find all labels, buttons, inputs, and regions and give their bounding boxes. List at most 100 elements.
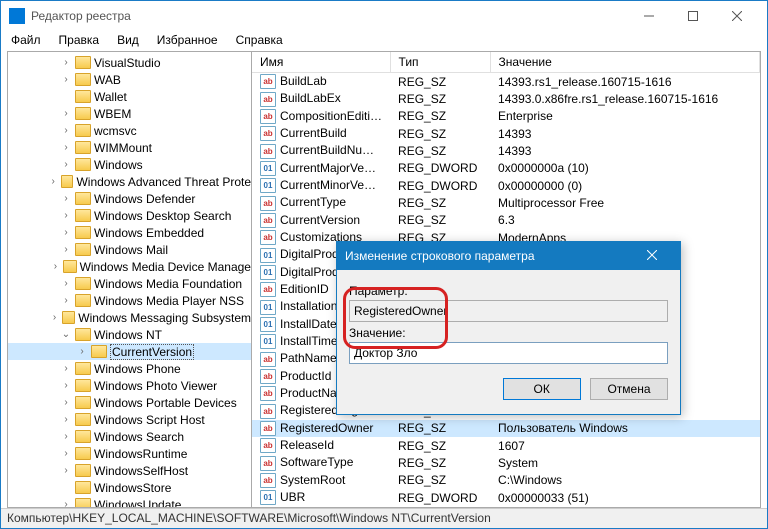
chevron-right-icon[interactable]: › xyxy=(60,227,72,238)
tree-item[interactable]: ›Windows Photo Viewer xyxy=(8,377,251,394)
tree-item[interactable]: › Windows Advanced Threat Prote xyxy=(8,173,251,190)
menu-view[interactable]: Вид xyxy=(113,31,143,51)
chevron-right-icon[interactable]: › xyxy=(51,261,61,272)
value-row[interactable]: abReleaseIdREG_SZ1607 xyxy=(252,437,760,454)
chevron-right-icon[interactable]: › xyxy=(60,363,72,374)
string-value-icon: ab xyxy=(260,369,276,384)
value-row[interactable]: abCurrentBuildREG_SZ14393 xyxy=(252,125,760,142)
ok-button[interactable]: ОК xyxy=(503,378,581,400)
chevron-right-icon[interactable]: › xyxy=(60,380,72,391)
folder-icon xyxy=(75,294,91,307)
tree-item[interactable]: ›WIMMount xyxy=(8,139,251,156)
tree-item[interactable]: ›Windows Embedded xyxy=(8,224,251,241)
tree-item[interactable]: ›WindowsSelfHost xyxy=(8,462,251,479)
chevron-right-icon[interactable]: › xyxy=(60,108,72,119)
cancel-button[interactable]: Отмена xyxy=(590,378,668,400)
value-row[interactable]: abSoftwareTypeREG_SZSystem xyxy=(252,454,760,471)
value-row[interactable]: abBuildLabExREG_SZ14393.0.x86fre.rs1_rel… xyxy=(252,90,760,107)
tree-item[interactable]: ›Windows Script Host xyxy=(8,411,251,428)
tree-item-label: Windows Messaging Subsystem xyxy=(78,311,251,325)
value-row[interactable]: abSystemRootREG_SZC:\Windows xyxy=(252,472,760,489)
tree-item-label: WindowsStore xyxy=(94,481,171,495)
chevron-right-icon[interactable]: › xyxy=(60,465,72,476)
value-row[interactable]: 01CurrentMinorVe…REG_DWORD0x00000000 (0) xyxy=(252,177,760,194)
chevron-right-icon[interactable]: › xyxy=(49,176,58,187)
folder-icon xyxy=(91,345,107,358)
tree-item[interactable]: › Windows Phone xyxy=(8,360,251,377)
value-row[interactable]: 01CurrentMajorVe…REG_DWORD0x0000000a (10… xyxy=(252,160,760,177)
col-value[interactable]: Значение xyxy=(490,52,759,73)
tree-item[interactable]: ›Windows xyxy=(8,156,251,173)
chevron-down-icon[interactable]: ⌄ xyxy=(60,329,72,340)
chevron-right-icon[interactable]: › xyxy=(60,210,72,221)
chevron-right-icon[interactable]: › xyxy=(60,448,72,459)
tree-item[interactable]: ›Windows Media Foundation xyxy=(8,275,251,292)
tree-item[interactable]: ⌄Windows NT xyxy=(8,326,251,343)
folder-icon xyxy=(75,379,91,392)
chevron-right-icon[interactable]: › xyxy=(60,142,72,153)
col-type[interactable]: Тип xyxy=(390,52,490,73)
tree-item[interactable]: ›Windows Mail xyxy=(8,241,251,258)
edit-string-dialog: Изменение строкового параметра Параметр:… xyxy=(336,241,681,415)
value-row[interactable]: abCurrentTypeREG_SZMultiprocessor Free xyxy=(252,194,760,211)
value-row[interactable]: 01UBRREG_DWORD0x00000033 (51) xyxy=(252,489,760,506)
tree-item[interactable]: ›Windows Media Device Manage xyxy=(8,258,251,275)
tree-item[interactable]: ›Windows Search xyxy=(8,428,251,445)
string-value-icon: ab xyxy=(260,109,276,124)
close-button[interactable] xyxy=(715,2,759,30)
chevron-right-icon[interactable]: › xyxy=(60,397,72,408)
chevron-right-icon[interactable]: › xyxy=(60,295,72,306)
tree-item[interactable]: ›CurrentVersion xyxy=(8,343,251,360)
string-value-icon: ab xyxy=(260,282,276,297)
value-row[interactable]: abCurrentVersionREG_SZ6.3 xyxy=(252,212,760,229)
col-name[interactable]: Имя xyxy=(252,52,390,73)
chevron-right-icon[interactable]: › xyxy=(60,125,72,136)
chevron-right-icon[interactable]: › xyxy=(60,57,72,68)
tree-item[interactable]: › VisualStudio xyxy=(8,54,251,71)
menu-favorites[interactable]: Избранное xyxy=(153,31,222,51)
tree-item[interactable]: ›Windows Desktop Search xyxy=(8,207,251,224)
tree-item[interactable]: ›WAB xyxy=(8,71,251,88)
dialog-titlebar[interactable]: Изменение строкового параметра xyxy=(337,242,680,270)
dialog-close-icon[interactable] xyxy=(632,249,672,263)
binary-value-icon: 01 xyxy=(260,317,276,332)
tree-item[interactable]: ›WBEM xyxy=(8,105,251,122)
tree-item[interactable]: ›Windows Media Player NSS xyxy=(8,292,251,309)
menu-edit[interactable]: Правка xyxy=(55,31,104,51)
chevron-right-icon[interactable]: › xyxy=(60,159,72,170)
folder-icon xyxy=(75,396,91,409)
menu-file[interactable]: Файл xyxy=(7,31,45,51)
chevron-right-icon[interactable]: › xyxy=(50,312,59,323)
value-input[interactable] xyxy=(349,342,668,364)
maximize-button[interactable] xyxy=(671,2,715,30)
tree-item[interactable]: Wallet xyxy=(8,88,251,105)
tree-item-label: VisualStudio xyxy=(94,56,161,70)
folder-icon xyxy=(75,226,91,239)
value-row[interactable]: abRegisteredOwnerREG_SZПользователь Wind… xyxy=(252,420,760,437)
tree-item[interactable]: ›Windows Defender xyxy=(8,190,251,207)
tree-panel[interactable]: › VisualStudio›WABWallet›WBEM›wcmsvc›WIMM… xyxy=(8,52,252,507)
menu-help[interactable]: Справка xyxy=(232,31,287,51)
chevron-right-icon[interactable]: › xyxy=(60,414,72,425)
value-row[interactable]: abCurrentBuildNu…REG_SZ14393 xyxy=(252,142,760,159)
folder-icon xyxy=(75,430,91,443)
minimize-button[interactable] xyxy=(627,2,671,30)
chevron-right-icon[interactable]: › xyxy=(60,74,72,85)
tree-item[interactable]: WindowsStore xyxy=(8,479,251,496)
chevron-right-icon[interactable]: › xyxy=(60,431,72,442)
tree-item[interactable]: ›WindowsRuntime xyxy=(8,445,251,462)
chevron-right-icon[interactable]: › xyxy=(60,244,72,255)
tree-item[interactable]: › Windows Messaging Subsystem xyxy=(8,309,251,326)
tree-item-label: Windows Phone xyxy=(94,362,181,376)
chevron-right-icon[interactable]: › xyxy=(60,193,72,204)
tree-item[interactable]: ›Windows Portable Devices xyxy=(8,394,251,411)
value-row[interactable]: abBuildLabREG_SZ14393.rs1_release.160715… xyxy=(252,73,760,91)
chevron-right-icon[interactable]: › xyxy=(60,499,72,507)
chevron-right-icon[interactable]: › xyxy=(60,278,72,289)
chevron-right-icon[interactable]: › xyxy=(76,346,88,357)
value-row[interactable]: abCompositionEditi…REG_SZEnterprise xyxy=(252,108,760,125)
binary-value-icon: 01 xyxy=(260,161,276,176)
tree-item[interactable]: ›wcmsvc xyxy=(8,122,251,139)
tree-item[interactable]: ›WindowsUpdate xyxy=(8,496,251,507)
tree-item-label: Windows Advanced Threat Prote xyxy=(76,175,251,189)
